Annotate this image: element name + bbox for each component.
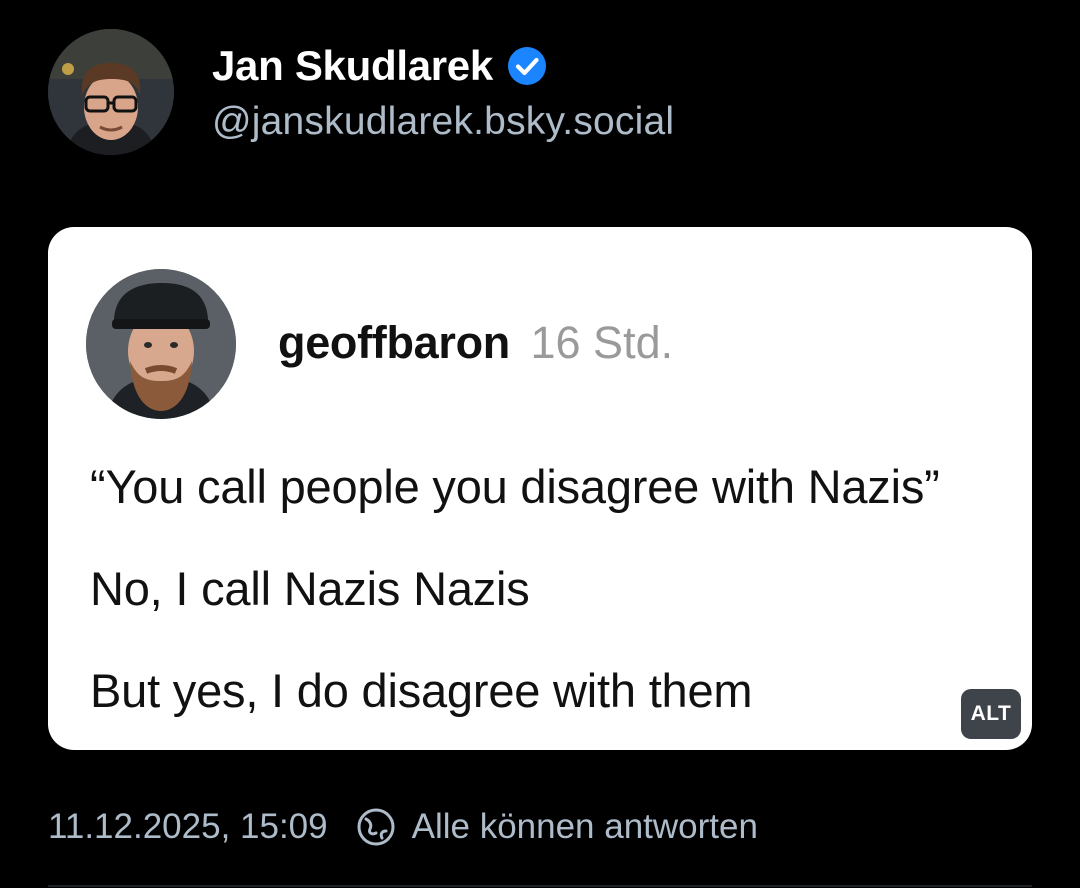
- author-avatar[interactable]: [48, 29, 174, 155]
- globe-icon: [357, 808, 395, 846]
- author-avatar-image: [48, 29, 174, 155]
- author-name[interactable]: Jan Skudlarek: [212, 42, 493, 90]
- divider: [48, 885, 1032, 887]
- quoted-text-line: But yes, I do disagree with them: [90, 664, 753, 717]
- post-meta: 11.12.2025, 15:09 Alle können antworten: [48, 804, 758, 850]
- alt-text-button[interactable]: ALT: [961, 689, 1021, 739]
- post-timestamp: 11.12.2025, 15:09: [48, 807, 328, 846]
- quoted-time: 16 Std.: [530, 317, 674, 368]
- quoted-avatar: [86, 269, 236, 419]
- quoted-username: geoffbaron: [278, 317, 510, 368]
- reply-setting[interactable]: Alle können antworten: [412, 807, 758, 847]
- quoted-avatar-image: [86, 269, 236, 419]
- quoted-post-header: geoffbaron 16 Std.: [278, 317, 673, 369]
- verified-badge-icon: [507, 47, 546, 85]
- embedded-image[interactable]: geoffbaron 16 Std. “You call people you …: [48, 227, 1032, 750]
- author-handle[interactable]: @janskudlarek.bsky.social: [212, 100, 674, 144]
- author-name-row: Jan Skudlarek: [212, 40, 547, 92]
- quoted-text-line: No, I call Nazis Nazis: [90, 562, 530, 615]
- quoted-text-line: “You call people you disagree with Nazis…: [90, 460, 940, 513]
